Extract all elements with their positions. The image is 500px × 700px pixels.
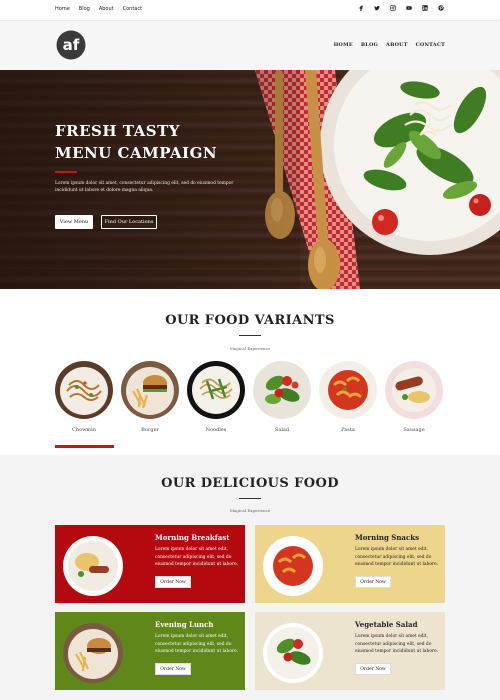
food-variants-divider (239, 335, 261, 336)
variant-burger[interactable]: Burger (121, 361, 179, 433)
order-now-button[interactable]: Order Now (155, 576, 191, 588)
breakfast-image (63, 536, 123, 596)
order-now-button[interactable]: Order Now (355, 576, 391, 588)
order-now-button[interactable]: Order Now (355, 663, 391, 675)
delicious-food-title: OUR DELICIOUS FOOD (161, 476, 339, 491)
variant-sausage[interactable]: Sausage (385, 361, 443, 433)
hero-title: FRESH TASTY MENU CAMPAIGN (55, 120, 255, 164)
main-nav: HOME BLOG ABOUT CONTACT (334, 42, 445, 48)
card-text: Lorem ipsum dolor sit amet edit, consect… (355, 547, 439, 567)
top-link-blog[interactable]: Blog (79, 6, 90, 12)
nav-contact[interactable]: CONTACT (416, 42, 445, 48)
delicious-food-subtitle: Magical Experience (229, 508, 271, 513)
view-menu-button[interactable]: View Menu (55, 215, 93, 229)
hero-description: Lorem ipsum dolor sit amet, consectetur … (55, 181, 234, 193)
variant-label: Salad (274, 427, 290, 433)
variant-chowmin[interactable]: Chowmin (55, 361, 113, 433)
variant-label: Sausage (403, 427, 425, 433)
food-variants-title: OUR FOOD VARIANTS (165, 313, 335, 328)
card-vegetable-salad: Vegetable Salad Lorem ipsum dolor sit am… (255, 612, 445, 690)
hero-divider (55, 171, 77, 173)
pasta-image (319, 361, 377, 419)
variant-label: Pasta (341, 427, 355, 433)
hero-title-line-2: MENU CAMPAIGN (55, 144, 218, 162)
top-link-about[interactable]: About (99, 6, 114, 12)
chowmin-image (55, 361, 113, 419)
card-evening-lunch: Evening Lunch Lorem ipsum dolor sit amet… (55, 612, 245, 690)
variant-label: Noodles (205, 427, 227, 433)
nav-about[interactable]: ABOUT (386, 42, 408, 48)
top-link-contact[interactable]: Contact (123, 6, 142, 12)
variant-label: Chowmin (72, 427, 96, 433)
vegetable-salad-image (263, 623, 323, 683)
social-links (358, 5, 444, 11)
linkedin-icon[interactable] (422, 5, 428, 11)
nav-home[interactable]: HOME (334, 42, 353, 48)
snacks-image (263, 536, 323, 596)
card-title: Vegetable Salad (355, 620, 418, 629)
variant-pasta[interactable]: Pasta (319, 361, 377, 433)
card-title: Morning Breakfast (155, 533, 230, 542)
card-title: Evening Lunch (155, 620, 214, 629)
delicious-food-divider (239, 498, 261, 499)
card-text: Lorem ipsum dolor sit amet edit, consect… (355, 634, 439, 654)
card-text: Lorem ipsum dolor sit amet edit, consect… (155, 634, 239, 654)
site-header: af HOME BLOG ABOUT CONTACT (0, 20, 500, 70)
variant-noodles[interactable]: Noodles (187, 361, 245, 433)
salad-image (253, 361, 311, 419)
active-variant-indicator (55, 445, 114, 448)
pinterest-icon[interactable] (438, 5, 444, 11)
card-morning-breakfast: Morning Breakfast Lorem ipsum dolor sit … (55, 525, 245, 603)
sausage-image (385, 361, 443, 419)
logo-text: af (63, 36, 80, 54)
variant-label: Burger (141, 427, 159, 433)
food-variants-list: Chowmin Burger Noodles Salad Pasta Sausa… (55, 361, 445, 441)
youtube-icon[interactable] (406, 5, 412, 11)
top-bar: Home Blog About Contact (0, 0, 500, 20)
noodles-image (187, 361, 245, 419)
find-locations-button[interactable]: Find Our Locations (101, 215, 157, 229)
card-morning-snacks: Morning Snacks Lorem ipsum dolor sit ame… (255, 525, 445, 603)
food-variants-subtitle: Magical Experience (229, 346, 271, 351)
variant-salad[interactable]: Salad (253, 361, 311, 433)
instagram-icon[interactable] (390, 5, 396, 11)
top-links: Home Blog About Contact (55, 6, 142, 12)
burger-image (121, 361, 179, 419)
card-title: Morning Snacks (355, 533, 420, 542)
nav-blog[interactable]: BLOG (361, 42, 378, 48)
card-text: Lorem ipsum dolor sit amet edit, consect… (155, 547, 239, 567)
order-now-button[interactable]: Order Now (155, 663, 191, 675)
hero-title-line-1: FRESH TASTY (55, 122, 180, 140)
facebook-icon[interactable] (358, 5, 364, 11)
twitter-icon[interactable] (374, 5, 380, 11)
lunch-image (63, 623, 123, 683)
logo[interactable]: af (56, 30, 86, 60)
top-link-home[interactable]: Home (55, 6, 70, 12)
